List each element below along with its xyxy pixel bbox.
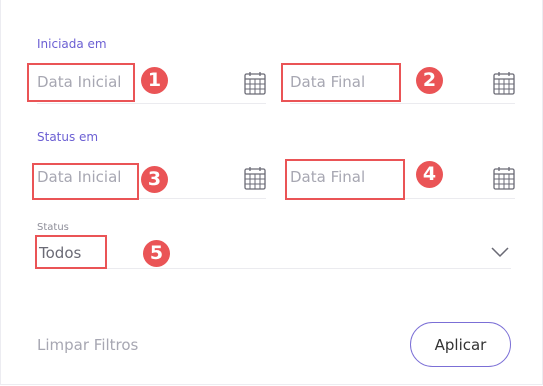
highlight-box-4 [285, 159, 405, 200]
filter-panel: Iniciada em Status em [0, 0, 543, 385]
status-select[interactable]: Todos [37, 238, 511, 269]
annotation-badge-3: 3 [141, 166, 168, 193]
clear-filters-link[interactable]: Limpar Filtros [37, 336, 138, 354]
apply-button[interactable]: Aplicar [410, 322, 511, 367]
annotation-badge-1: 1 [141, 67, 168, 94]
highlight-box-5 [35, 235, 107, 269]
calendar-icon[interactable] [244, 166, 266, 190]
highlight-box-3 [32, 163, 139, 200]
annotation-badge-5: 5 [143, 240, 170, 267]
calendar-icon[interactable] [244, 71, 266, 95]
status-label: Status [37, 222, 69, 233]
calendar-icon[interactable] [493, 166, 515, 190]
status-date-section-label: Status em [37, 130, 99, 144]
annotation-badge-2: 2 [416, 67, 443, 94]
calendar-icon[interactable] [493, 71, 515, 95]
chevron-down-icon [491, 247, 509, 258]
annotation-badge-4: 4 [416, 161, 443, 188]
highlight-box-2 [281, 63, 401, 102]
highlight-box-1 [27, 63, 135, 102]
started-section-label: Iniciada em [37, 37, 107, 51]
